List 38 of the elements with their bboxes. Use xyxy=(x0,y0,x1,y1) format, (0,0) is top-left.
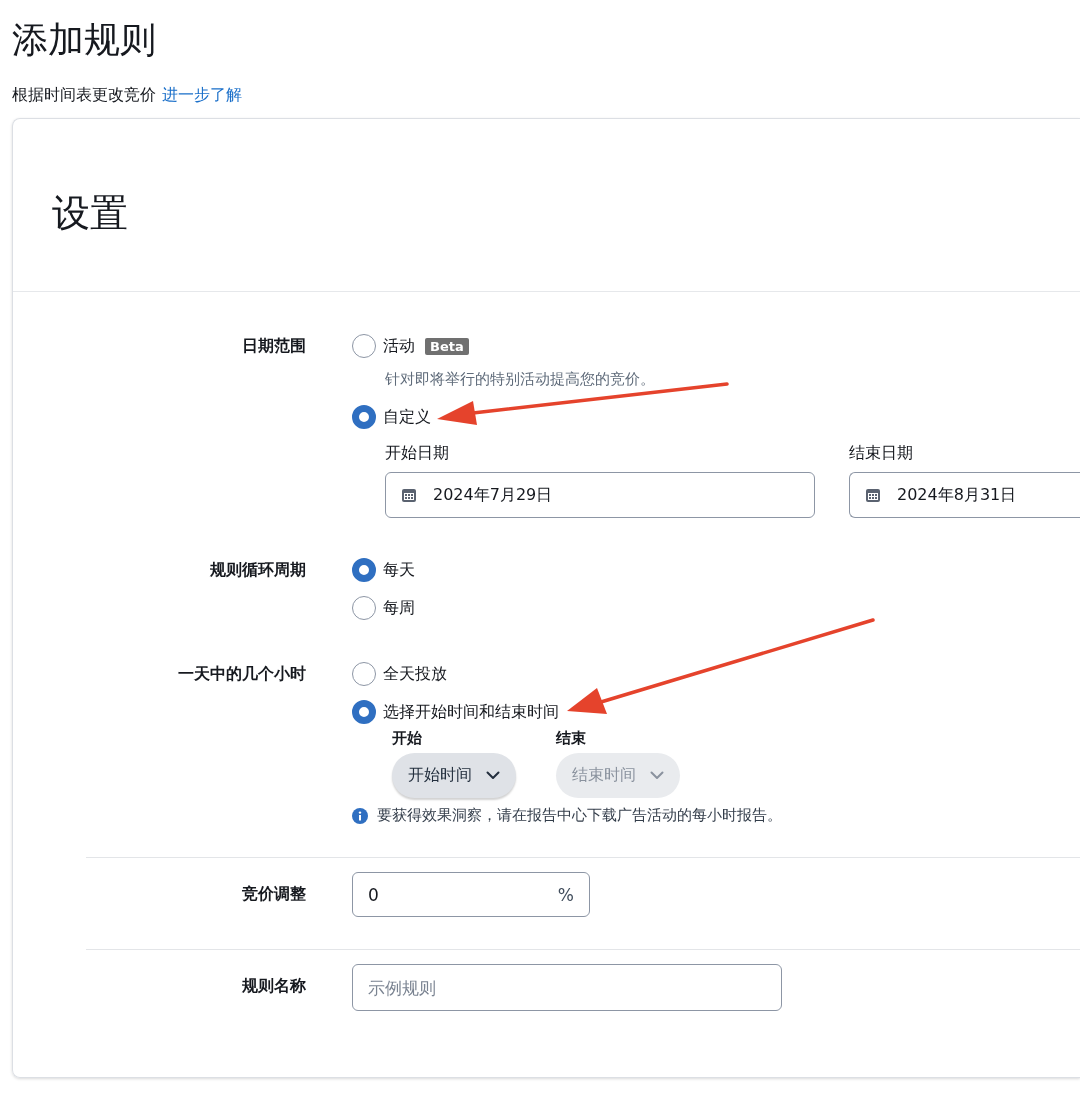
radio-button[interactable] xyxy=(352,334,376,358)
field-label: 结束日期 xyxy=(849,442,914,464)
card-title: 设置 xyxy=(52,190,128,237)
beta-badge: Beta xyxy=(425,337,469,355)
calendar-icon xyxy=(401,487,417,503)
option-label[interactable]: 活动 xyxy=(383,336,415,355)
option-label[interactable]: 全天投放 xyxy=(383,664,447,683)
field-label: 规则名称 xyxy=(242,975,306,997)
info-text: 要获得效果洞察，请在报告中心下载广告活动的每小时报告。 xyxy=(377,806,782,825)
field-label: 开始 xyxy=(392,728,423,748)
radio-button[interactable] xyxy=(352,558,376,582)
option-label[interactable]: 自定义 xyxy=(383,407,431,426)
date-field[interactable]: 2024年7月29日 xyxy=(385,472,815,518)
field-label: 结束 xyxy=(556,728,587,748)
radio-button[interactable] xyxy=(352,700,376,724)
page-title: 添加规则 xyxy=(12,18,156,62)
field-label: 开始日期 xyxy=(385,442,450,464)
calendar-icon xyxy=(865,487,881,503)
option-label[interactable]: 选择开始时间和结束时间 xyxy=(383,702,559,721)
subtitle: 根据时间表更改竞价 xyxy=(12,84,156,106)
field-label: 日期范围 xyxy=(242,335,306,357)
radio-button[interactable] xyxy=(352,405,376,429)
option-description: 针对即将举行的特别活动提高您的竞价。 xyxy=(385,369,655,389)
option-label[interactable]: 每周 xyxy=(383,598,415,617)
time-dropdown[interactable]: 开始时间 xyxy=(392,753,516,798)
field-label: 竞价调整 xyxy=(242,883,306,905)
learn-more-link[interactable]: 进一步了解 xyxy=(162,84,242,106)
name-field[interactable]: 示例规则 xyxy=(352,964,782,1011)
info-icon xyxy=(352,807,368,824)
date-field[interactable]: 2024年8月31日 xyxy=(849,472,1080,518)
option-label[interactable]: 每天 xyxy=(383,560,415,579)
field-label: 一天中的几个小时 xyxy=(178,663,306,685)
field-label: 规则循环周期 xyxy=(210,559,306,581)
radio-button[interactable] xyxy=(352,596,376,620)
chevron-down-icon xyxy=(650,771,664,780)
percent-field[interactable]: 0 % xyxy=(352,872,590,917)
radio-button[interactable] xyxy=(352,662,376,686)
chevron-down-icon xyxy=(486,771,500,780)
